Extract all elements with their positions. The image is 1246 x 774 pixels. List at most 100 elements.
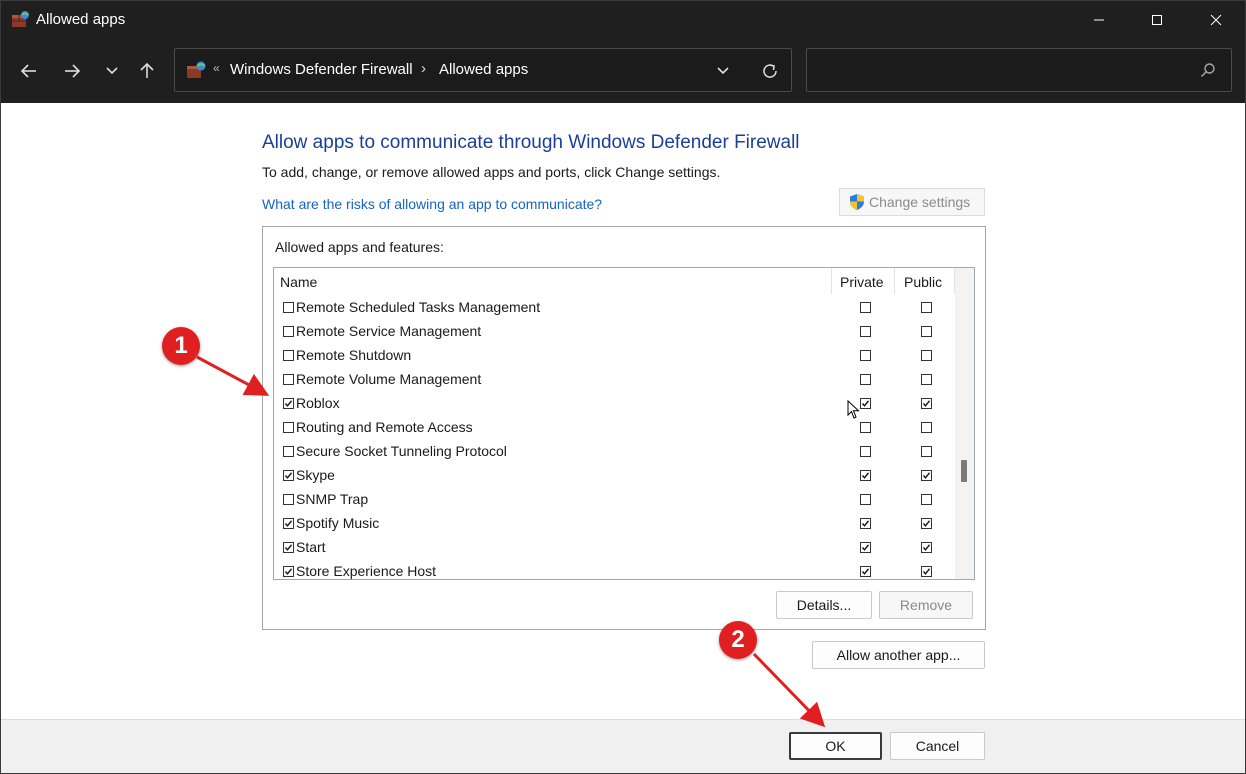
public-checkbox[interactable] xyxy=(921,494,932,505)
list-rows: Remote Scheduled Tasks Management Remote … xyxy=(274,295,954,579)
maximize-icon xyxy=(1152,15,1162,25)
title-bar: Allowed apps xyxy=(1,1,1245,39)
annotation-badge-1: 1 xyxy=(162,327,200,365)
app-name-label: Spotify Music xyxy=(296,515,380,531)
cancel-button[interactable]: Cancel xyxy=(890,732,985,760)
allow-another-app-button[interactable]: Allow another app... xyxy=(812,641,985,669)
public-checkbox[interactable] xyxy=(921,374,932,385)
column-header-public[interactable]: Public xyxy=(904,274,942,290)
breadcrumb-overflow[interactable]: « xyxy=(213,61,220,75)
address-dropdown-button[interactable] xyxy=(713,61,733,81)
column-header-name[interactable]: Name xyxy=(280,274,317,290)
private-checkbox[interactable] xyxy=(860,566,871,577)
public-checkbox[interactable] xyxy=(921,326,932,337)
annotation-badge-2: 2 xyxy=(719,621,757,659)
enable-checkbox[interactable] xyxy=(283,350,294,361)
public-checkbox[interactable] xyxy=(921,470,932,481)
breadcrumb-firewall[interactable]: Windows Defender Firewall xyxy=(230,61,413,78)
search-icon xyxy=(1201,63,1215,77)
risks-help-link[interactable]: What are the risks of allowing an app to… xyxy=(262,196,602,212)
enable-checkbox[interactable] xyxy=(283,494,294,505)
app-name-label: Remote Scheduled Tasks Management xyxy=(296,299,541,315)
minimize-button[interactable] xyxy=(1070,1,1128,39)
table-row[interactable]: Remote Volume Management xyxy=(274,367,954,391)
public-checkbox[interactable] xyxy=(921,422,932,433)
ok-button[interactable]: OK xyxy=(789,732,882,760)
back-button[interactable] xyxy=(14,56,44,86)
private-checkbox[interactable] xyxy=(860,302,871,313)
refresh-button[interactable] xyxy=(759,60,781,82)
change-settings-label: Change settings xyxy=(869,194,971,210)
minimize-icon xyxy=(1094,19,1104,21)
public-checkbox[interactable] xyxy=(921,542,932,553)
enable-checkbox[interactable] xyxy=(283,542,294,553)
refresh-icon xyxy=(763,64,777,78)
enable-checkbox[interactable] xyxy=(283,374,294,385)
enable-checkbox[interactable] xyxy=(283,470,294,481)
public-checkbox[interactable] xyxy=(921,518,932,529)
page-description: To add, change, or remove allowed apps a… xyxy=(262,164,721,180)
private-checkbox[interactable] xyxy=(860,494,871,505)
table-row[interactable]: Secure Socket Tunneling Protocol xyxy=(274,439,954,463)
arrow-left-icon xyxy=(20,64,36,78)
enable-checkbox[interactable] xyxy=(283,398,294,409)
scrollbar-thumb[interactable] xyxy=(961,460,967,482)
private-checkbox[interactable] xyxy=(860,326,871,337)
enable-checkbox[interactable] xyxy=(283,326,294,337)
enable-checkbox[interactable] xyxy=(283,518,294,529)
arrow-right-icon xyxy=(65,64,81,78)
recent-locations-button[interactable] xyxy=(97,56,127,86)
app-name-label: Remote Volume Management xyxy=(296,371,482,387)
breadcrumb-separator[interactable]: › xyxy=(421,60,426,77)
public-checkbox[interactable] xyxy=(921,446,932,457)
breadcrumb-allowed-apps[interactable]: Allowed apps xyxy=(439,61,528,78)
details-button[interactable]: Details... xyxy=(776,591,872,619)
table-row[interactable]: Remote Scheduled Tasks Management xyxy=(274,295,954,319)
chevron-down-icon xyxy=(106,67,118,75)
enable-checkbox[interactable] xyxy=(283,422,294,433)
up-button[interactable] xyxy=(132,56,162,86)
app-name-label: Skype xyxy=(296,467,335,483)
maximize-button[interactable] xyxy=(1128,1,1186,39)
table-row[interactable]: Store Experience Host xyxy=(274,559,954,579)
public-checkbox[interactable] xyxy=(921,350,932,361)
page-heading: Allow apps to communicate through Window… xyxy=(262,132,800,153)
private-checkbox[interactable] xyxy=(860,398,871,409)
private-checkbox[interactable] xyxy=(860,542,871,553)
control-panel-icon xyxy=(187,61,206,78)
app-name-label: Roblox xyxy=(296,395,340,411)
table-row[interactable]: Spotify Music xyxy=(274,511,954,535)
private-checkbox[interactable] xyxy=(860,350,871,361)
forward-button[interactable] xyxy=(57,56,87,86)
address-bar[interactable]: « Windows Defender Firewall › Allowed ap… xyxy=(174,48,792,92)
change-settings-button[interactable]: Change settings xyxy=(839,188,985,216)
enable-checkbox[interactable] xyxy=(283,302,294,313)
table-row[interactable]: SNMP Trap xyxy=(274,487,954,511)
enable-checkbox[interactable] xyxy=(283,566,294,577)
public-checkbox[interactable] xyxy=(921,566,932,577)
mouse-cursor-icon xyxy=(847,400,860,419)
table-row[interactable]: Remote Shutdown xyxy=(274,343,954,367)
public-checkbox[interactable] xyxy=(921,398,932,409)
private-checkbox[interactable] xyxy=(860,374,871,385)
search-box[interactable] xyxy=(806,48,1232,92)
table-row[interactable]: Remote Service Management xyxy=(274,319,954,343)
enable-checkbox[interactable] xyxy=(283,446,294,457)
allowed-apps-list[interactable]: Name Private Public Remote Scheduled Tas… xyxy=(273,267,975,580)
column-header-private[interactable]: Private xyxy=(840,274,884,290)
private-checkbox[interactable] xyxy=(860,470,871,481)
private-checkbox[interactable] xyxy=(860,518,871,529)
table-row[interactable]: Start xyxy=(274,535,954,559)
close-icon xyxy=(1210,14,1222,26)
firewall-app-icon xyxy=(12,11,29,27)
table-row[interactable]: Skype xyxy=(274,463,954,487)
close-button[interactable] xyxy=(1187,1,1245,39)
remove-button[interactable]: Remove xyxy=(879,591,973,619)
vertical-scrollbar[interactable] xyxy=(955,268,974,579)
public-checkbox[interactable] xyxy=(921,302,932,313)
private-checkbox[interactable] xyxy=(860,422,871,433)
app-name-label: SNMP Trap xyxy=(296,491,369,507)
annotation-arrow-1 xyxy=(196,355,270,396)
private-checkbox[interactable] xyxy=(860,446,871,457)
uac-shield-icon xyxy=(850,194,864,210)
